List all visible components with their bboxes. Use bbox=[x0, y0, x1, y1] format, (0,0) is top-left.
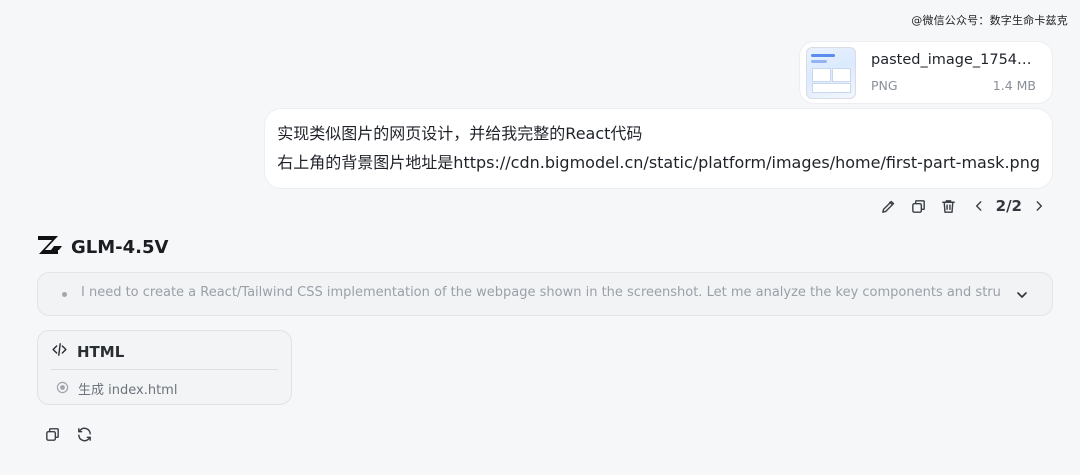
bullet-dot bbox=[62, 292, 67, 297]
chevron-left-icon[interactable] bbox=[970, 197, 988, 215]
reply-actions bbox=[43, 425, 93, 443]
zhipu-logo-icon bbox=[37, 234, 63, 260]
image-thumbnail bbox=[806, 47, 856, 99]
edit-icon[interactable] bbox=[880, 197, 898, 215]
refresh-icon[interactable] bbox=[75, 425, 93, 443]
trash-icon[interactable] bbox=[940, 197, 958, 215]
thinking-panel[interactable]: I need to create a React/Tailwind CSS im… bbox=[37, 272, 1053, 316]
artifact-step: 生成 index.html bbox=[56, 379, 177, 398]
divider bbox=[51, 369, 278, 370]
user-message-line: 实现类似图片的网页设计，并给我完整的React代码 bbox=[277, 124, 643, 143]
file-name: pasted_image_17548... bbox=[871, 52, 1036, 68]
file-size: 1.4 MB bbox=[992, 78, 1036, 93]
file-type: PNG bbox=[871, 78, 898, 93]
model-name: GLM-4.5V bbox=[71, 236, 169, 258]
assistant-header: GLM-4.5V bbox=[37, 234, 168, 260]
radio-status-icon bbox=[56, 379, 69, 398]
watermark: @微信公众号：数字生命卡兹克 bbox=[911, 14, 1068, 27]
copy-icon[interactable] bbox=[910, 197, 928, 215]
code-icon bbox=[51, 341, 68, 362]
user-message-bubble: 实现类似图片的网页设计，并给我完整的React代码 右上角的背景图片地址是htt… bbox=[265, 109, 1052, 188]
user-message-line: 右上角的背景图片地址是https://cdn.bigmodel.cn/stati… bbox=[277, 153, 1040, 172]
artifact-header: HTML bbox=[51, 341, 124, 362]
version-pager: 2/2 bbox=[995, 197, 1022, 215]
artifact-card[interactable]: HTML 生成 index.html bbox=[37, 330, 292, 405]
attachment-card[interactable]: pasted_image_17548... PNG 1.4 MB bbox=[800, 42, 1052, 103]
artifact-step-label: 生成 index.html bbox=[78, 383, 178, 398]
artifact-title: HTML bbox=[77, 342, 125, 361]
chevron-right-icon[interactable] bbox=[1030, 197, 1048, 215]
message-actions: 2/2 bbox=[880, 196, 1048, 216]
copy-icon[interactable] bbox=[43, 425, 61, 443]
chevron-down-icon[interactable] bbox=[1014, 287, 1030, 303]
thinking-summary: I need to create a React/Tailwind CSS im… bbox=[81, 285, 1001, 300]
